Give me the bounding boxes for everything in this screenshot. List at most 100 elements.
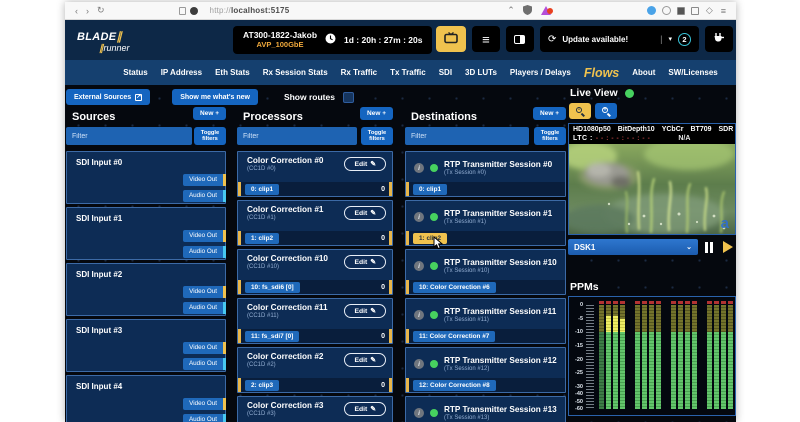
show-routes-checkbox[interactable] [343, 92, 354, 103]
nav-rx-traffic[interactable]: Rx Traffic [341, 68, 377, 77]
edit-button[interactable]: Edit✎ [344, 304, 386, 318]
destination-card-tx11[interactable]: i RTP Transmitter Session #11 (Tx Sessio… [405, 298, 566, 344]
processor-card-cc3[interactable]: Color Correction #3 (CC1D #3) Edit✎ 3: c… [237, 396, 393, 422]
source-card-sdi0[interactable]: SDI Input #0 Video Out Audio Out [66, 151, 226, 204]
live-view-toggle-button[interactable] [436, 26, 466, 52]
video-out-port[interactable]: Video Out [183, 342, 226, 354]
video-out-port[interactable]: Video Out [183, 286, 226, 298]
processors-new-button[interactable]: New + [360, 107, 393, 120]
input-chip[interactable]: 11: fs_sdi7 [0] [245, 331, 299, 342]
sources-filter-input[interactable] [66, 127, 192, 145]
whats-new-button[interactable]: Show me what's new [172, 89, 258, 105]
source-card-sdi2[interactable]: SDI Input #2 Video Out Audio Out [66, 263, 226, 316]
input-chip[interactable]: 0: clip1 [413, 184, 447, 195]
nav-about[interactable]: About [632, 68, 655, 77]
edit-button[interactable]: Edit✎ [344, 402, 386, 416]
chevron-down-icon[interactable]: ▾ [668, 35, 672, 43]
destinations-filter-input[interactable] [405, 127, 529, 145]
site-info-icon[interactable] [190, 7, 198, 15]
destinations-new-button[interactable]: New + [533, 107, 566, 120]
extension-diamond-icon[interactable]: ◇ [706, 5, 713, 16]
zoom-in-button[interactable]: + [595, 103, 617, 119]
processors-toggle-filters-button[interactable]: Toggle filters [361, 127, 393, 145]
shield-icon[interactable] [523, 5, 532, 17]
video-frame[interactable]: a [569, 144, 735, 234]
destination-card-tx1[interactable]: i RTP Transmitter Session #1 (Tx Session… [405, 200, 566, 246]
audio-out-port[interactable]: Audio Out [183, 414, 226, 422]
audio-out-port[interactable]: Audio Out [183, 190, 226, 202]
destination-card-tx10[interactable]: i RTP Transmitter Session #10 (Tx Sessio… [405, 249, 566, 295]
address-bar[interactable]: http://localhost:5175 [210, 6, 290, 15]
video-out-port[interactable]: Video Out [183, 174, 226, 186]
info-icon[interactable]: i [414, 359, 424, 369]
audio-out-port[interactable]: Audio Out [183, 246, 226, 258]
input-chip-highlighted[interactable]: 1: clip2 [413, 233, 447, 244]
bladerunner-logo[interactable]: BLADE∥ ∥runner [77, 28, 149, 53]
nav-status[interactable]: Status [123, 68, 147, 77]
processor-card-cc10[interactable]: Color Correction #10 (CC1D #10) Edit✎ 10… [237, 249, 393, 295]
dsk-select[interactable]: DSK1 ⌄ [568, 239, 698, 255]
nav-players-delays[interactable]: Players / Delays [510, 68, 571, 77]
nav-sw-licenses[interactable]: SW/Licenses [668, 68, 717, 77]
info-icon[interactable]: i [414, 212, 424, 222]
audio-out-port[interactable]: Audio Out [183, 302, 226, 314]
destination-card-tx13[interactable]: i RTP Transmitter Session #13 (Tx Sessio… [405, 396, 566, 422]
edit-button[interactable]: Edit✎ [344, 255, 386, 269]
edit-button[interactable]: Edit✎ [344, 157, 386, 171]
nav-eth-stats[interactable]: Eth Stats [215, 68, 250, 77]
nav-tx-traffic[interactable]: Tx Traffic [390, 68, 426, 77]
source-card-sdi4[interactable]: SDI Input #4 Video Out Audio Out [66, 375, 226, 422]
menu-icon[interactable]: ≡ [721, 6, 726, 16]
video-out-port[interactable]: Video Out [183, 230, 226, 242]
destinations-toggle-filters-button[interactable]: Toggle filters [534, 127, 566, 145]
destination-card-tx12[interactable]: i RTP Transmitter Session #12 (Tx Sessio… [405, 347, 566, 393]
nav-3d-luts[interactable]: 3D LUTs [465, 68, 497, 77]
bookmark-icon[interactable] [179, 7, 186, 15]
destination-card-tx0[interactable]: i RTP Transmitter Session #0 (Tx Session… [405, 151, 566, 197]
edit-button[interactable]: Edit✎ [344, 353, 386, 367]
nav-ip-address[interactable]: IP Address [161, 68, 202, 77]
side-panel-button[interactable] [506, 26, 534, 52]
play-button[interactable] [720, 239, 736, 255]
source-card-sdi1[interactable]: SDI Input #1 Video Out Audio Out [66, 207, 226, 260]
forward-icon[interactable]: › [86, 6, 89, 16]
processor-card-cc2[interactable]: Color Correction #2 (CC1D #2) Edit✎ 2: c… [237, 347, 393, 393]
info-icon[interactable]: i [414, 408, 424, 418]
extension-logo-icon[interactable] [541, 6, 551, 15]
share-icon[interactable]: ⌃ [507, 5, 515, 16]
back-icon[interactable]: ‹ [75, 6, 78, 16]
device-pill[interactable]: AT300-1822-Jakob AVP_100GbE 1d : 20h : 2… [233, 26, 432, 54]
processor-card-cc0[interactable]: Color Correction #0 (CC1D #0) Edit✎ 0: c… [237, 151, 393, 197]
menu-list-button[interactable]: ≡ [472, 26, 500, 52]
extension-circle-icon[interactable] [662, 6, 671, 15]
video-out-port[interactable]: Video Out [183, 398, 226, 410]
audio-out-port[interactable]: Audio Out [183, 358, 226, 370]
extension-blue-icon[interactable] [647, 6, 656, 15]
source-card-sdi3[interactable]: SDI Input #3 Video Out Audio Out [66, 319, 226, 372]
input-chip[interactable]: 11: Color Correction #7 [413, 331, 495, 342]
sources-new-button[interactable]: New + [193, 107, 226, 120]
processor-card-cc1[interactable]: Color Correction #1 (CC1D #1) Edit✎ 1: c… [237, 200, 393, 246]
info-icon[interactable]: i [414, 261, 424, 271]
extension-square-dark-icon[interactable] [677, 7, 685, 15]
edit-button[interactable]: Edit✎ [344, 206, 386, 220]
input-chip[interactable]: 1: clip2 [245, 233, 279, 244]
input-chip[interactable]: 0: clip1 [245, 184, 279, 195]
input-chip[interactable]: 12: Color Correction #8 [413, 380, 496, 391]
nav-flows[interactable]: Flows [584, 66, 619, 80]
processors-filter-input[interactable] [237, 127, 357, 145]
extension-square-icon[interactable] [691, 7, 699, 15]
external-sources-button[interactable]: External Sources ↗ [66, 89, 150, 105]
input-chip[interactable]: 10: Color Correction #6 [413, 282, 496, 293]
nav-sdi[interactable]: SDI [439, 68, 452, 77]
nav-rx-session-stats[interactable]: Rx Session Stats [263, 68, 328, 77]
input-chip[interactable]: 10: fs_sdi6 [0] [245, 282, 300, 293]
info-icon[interactable]: i [414, 310, 424, 320]
processor-card-cc11[interactable]: Color Correction #11 (CC1D #11) Edit✎ 11… [237, 298, 393, 344]
power-connect-button[interactable] [705, 26, 733, 52]
info-icon[interactable]: i [414, 163, 424, 173]
reload-icon[interactable]: ↻ [97, 5, 105, 16]
update-banner[interactable]: ⟳ Update available! | ▾ 2 [540, 26, 699, 52]
zoom-out-button[interactable]: - [569, 103, 591, 119]
sources-toggle-filters-button[interactable]: Toggle filters [194, 127, 226, 145]
